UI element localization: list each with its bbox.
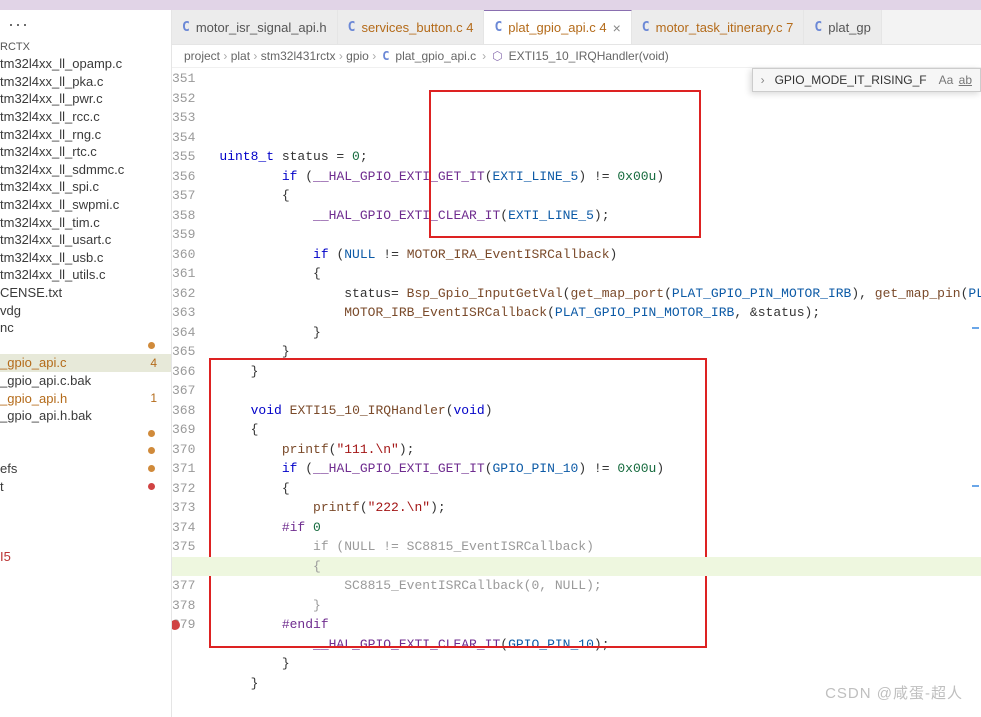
code-line[interactable] — [219, 381, 981, 401]
chevron-right-icon[interactable]: › — [761, 73, 765, 87]
c-file-icon: C — [382, 49, 389, 63]
code-line[interactable]: #if 0 — [219, 518, 981, 538]
c-file-icon: C — [814, 20, 822, 35]
file-tree-item[interactable]: t — [0, 477, 171, 495]
close-icon[interactable]: × — [613, 20, 621, 36]
find-widget[interactable]: › GPIO_MODE_IT_RISING_F Aa ab — [752, 68, 981, 92]
file-tree-item[interactable]: tm32l4xx_ll_rtc.c — [0, 143, 171, 161]
match-word-toggle[interactable]: ab — [959, 73, 972, 87]
more-icon[interactable]: ··· — [8, 14, 29, 35]
code-line[interactable]: void EXTI15_10_IRQHandler(void) — [219, 401, 981, 421]
code-line[interactable]: status= Bsp_Gpio_InputGetVal(get_map_por… — [219, 284, 981, 304]
file-tree-item[interactable]: tm32l4xx_ll_rcc.c — [0, 108, 171, 126]
code-line[interactable]: } — [219, 362, 981, 382]
search-input[interactable]: GPIO_MODE_IT_RISING_F — [775, 73, 927, 87]
c-file-icon: C — [348, 20, 356, 35]
editor-tab[interactable]: Cmotor_isr_signal_api.h — [172, 10, 338, 44]
breadcrumb-file[interactable]: plat_gpio_api.c — [395, 49, 476, 63]
code-line[interactable]: if (__HAL_GPIO_EXTI_GET_IT(GPIO_PIN_10) … — [219, 459, 981, 479]
file-tree-item[interactable]: tm32l4xx_ll_tim.c — [0, 213, 171, 231]
file-tree-item[interactable]: CENSE.txt — [0, 284, 171, 302]
code-editor[interactable]: 3513523533543553563573583593603613623633… — [172, 68, 981, 717]
file-tree-item[interactable]: tm32l4xx_ll_pka.c — [0, 73, 171, 91]
c-file-icon: C — [642, 20, 650, 35]
file-tree-item[interactable]: tm32l4xx_ll_spi.c — [0, 178, 171, 196]
file-tree-item[interactable]: I5 — [0, 548, 171, 566]
c-file-icon: C — [182, 20, 190, 35]
file-tree-item[interactable]: tm32l4xx_ll_sdmmc.c — [0, 161, 171, 179]
breadcrumb[interactable]: project › plat › stm32l431rctx › gpio › … — [172, 45, 981, 68]
file-tree-item[interactable]: _gpio_api.c4 — [0, 354, 171, 372]
code-line[interactable]: #endif — [219, 615, 981, 635]
file-tree-item[interactable]: tm32l4xx_ll_utils.c — [0, 266, 171, 284]
code-line[interactable]: } — [219, 342, 981, 362]
code-line[interactable]: if (NULL != SC8815_EventISRCallback) — [219, 537, 981, 557]
file-tree-item[interactable] — [0, 442, 171, 460]
code-line[interactable]: if (__HAL_GPIO_EXTI_GET_IT(EXTI_LINE_5) … — [219, 167, 981, 187]
code-line[interactable] — [219, 225, 981, 245]
line-gutter: 3513523533543553563573583593603613623633… — [172, 68, 219, 717]
file-tree: tm32l4xx_ll_opamp.ctm32l4xx_ll_pka.ctm32… — [0, 55, 171, 717]
file-tree-item[interactable]: vdg — [0, 301, 171, 319]
file-tree-item[interactable] — [0, 495, 171, 513]
code-area[interactable]: uint8_t status = 0; if (__HAL_GPIO_EXTI_… — [219, 68, 981, 717]
code-line[interactable]: { — [219, 186, 981, 206]
file-tree-item[interactable]: tm32l4xx_ll_swpmi.c — [0, 196, 171, 214]
file-tree-item[interactable] — [0, 512, 171, 530]
code-line[interactable]: } — [219, 654, 981, 674]
file-tree-item[interactable]: tm32l4xx_ll_opamp.c — [0, 55, 171, 73]
file-tree-item[interactable]: _gpio_api.h1 — [0, 389, 171, 407]
chevron-right-icon: › — [482, 49, 486, 63]
code-line[interactable]: { — [219, 479, 981, 499]
code-line[interactable]: { — [219, 420, 981, 440]
file-tree-item[interactable]: tm32l4xx_ll_usb.c — [0, 249, 171, 267]
code-line[interactable]: uint8_t status = 0; — [219, 147, 981, 167]
breadcrumb-part[interactable]: project — [184, 49, 220, 63]
editor-tab[interactable]: Cplat_gpio_api.c 4× — [484, 10, 631, 44]
breadcrumb-symbol[interactable]: EXTI15_10_IRQHandler(void) — [509, 49, 669, 63]
file-tree-item[interactable]: tm32l4xx_ll_usart.c — [0, 231, 171, 249]
code-line[interactable]: MOTOR_IRB_EventISRCallback(PLAT_GPIO_PIN… — [219, 303, 981, 323]
code-line[interactable]: if (NULL != MOTOR_IRA_EventISRCallback) — [219, 245, 981, 265]
file-tree-item[interactable] — [0, 530, 171, 548]
code-line[interactable]: { — [219, 557, 981, 577]
code-line[interactable]: } — [219, 674, 981, 694]
breadcrumb-part[interactable]: gpio — [346, 49, 369, 63]
code-line[interactable]: printf("222.\n"); — [219, 498, 981, 518]
code-line[interactable] — [219, 693, 981, 713]
breadcrumb-part[interactable]: stm32l431rctx — [261, 49, 336, 63]
match-case-toggle[interactable]: Aa — [939, 73, 954, 87]
c-file-icon: C — [494, 20, 502, 35]
code-line[interactable]: __HAL_GPIO_EXTI_CLEAR_IT(GPIO_PIN_10); — [219, 635, 981, 655]
file-explorer: ··· RCTX tm32l4xx_ll_opamp.ctm32l4xx_ll_… — [0, 10, 172, 717]
file-tree-item[interactable]: tm32l4xx_ll_rng.c — [0, 125, 171, 143]
code-line[interactable]: printf("111.\n"); — [219, 440, 981, 460]
editor-tabs: Cmotor_isr_signal_api.hCservices_button.… — [172, 10, 981, 45]
explorer-section[interactable]: RCTX — [0, 39, 171, 55]
file-tree-item[interactable]: efs — [0, 460, 171, 478]
editor-tab[interactable]: Cmotor_task_itinerary.c 7 — [632, 10, 805, 44]
file-tree-item[interactable]: tm32l4xx_ll_pwr.c — [0, 90, 171, 108]
file-tree-item[interactable] — [0, 337, 171, 355]
editor-tab[interactable]: Cservices_button.c 4 — [338, 10, 485, 44]
code-line[interactable]: } — [219, 323, 981, 343]
file-tree-item[interactable]: _gpio_api.c.bak — [0, 372, 171, 390]
file-tree-item[interactable]: _gpio_api.h.bak — [0, 407, 171, 425]
file-tree-item[interactable]: nc — [0, 319, 171, 337]
overview-ruler[interactable] — [970, 168, 981, 697]
code-line[interactable]: __HAL_GPIO_EXTI_CLEAR_IT(EXTI_LINE_5); — [219, 206, 981, 226]
file-tree-item[interactable] — [0, 424, 171, 442]
code-line[interactable]: } — [219, 596, 981, 616]
function-icon: ⬡ — [492, 49, 502, 63]
code-line[interactable]: { — [219, 264, 981, 284]
editor-tab[interactable]: Cplat_gp — [804, 10, 881, 44]
title-bar — [0, 0, 981, 10]
breadcrumb-part[interactable]: plat — [231, 49, 250, 63]
code-line[interactable]: SC8815_EventISRCallback(0, NULL); — [219, 576, 981, 596]
